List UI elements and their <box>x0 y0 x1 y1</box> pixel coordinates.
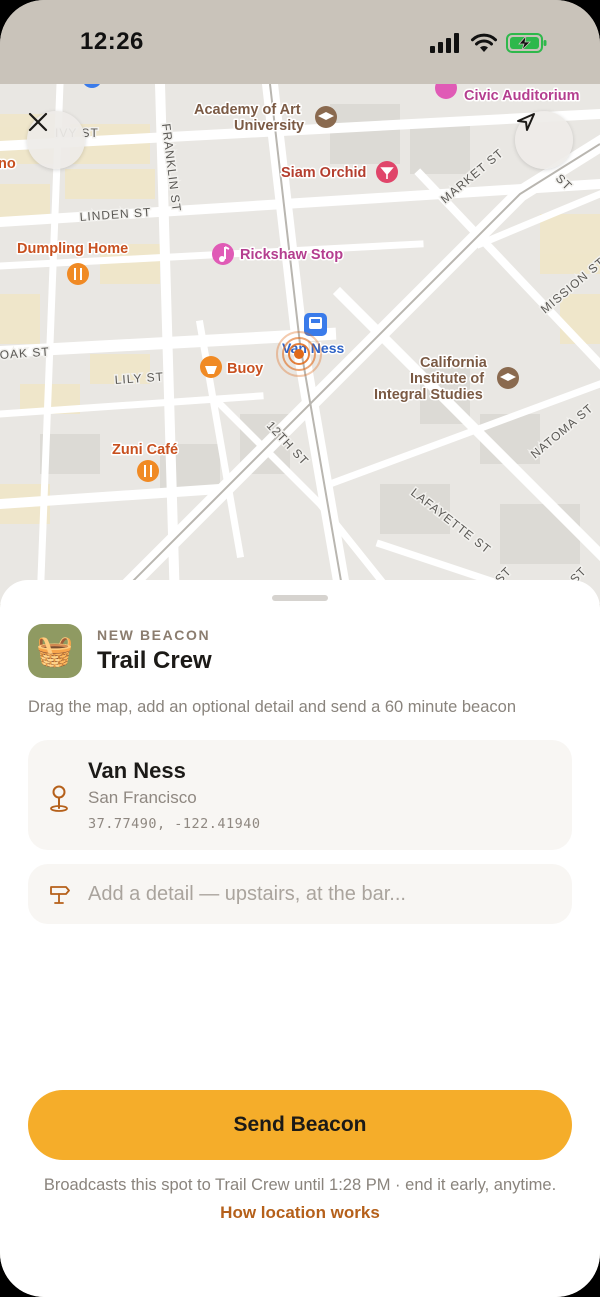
battery-charging-icon <box>506 33 547 53</box>
new-beacon-sheet: 🧺 NEW BEACON Trail Crew Drag the map, ad… <box>0 580 600 1297</box>
system-icons <box>430 32 548 54</box>
svg-text:Siam Orchid: Siam Orchid <box>281 165 366 181</box>
recenter-location-button[interactable] <box>515 111 573 169</box>
svg-text:University: University <box>234 118 304 134</box>
status-time: 12:26 <box>80 28 144 55</box>
map-view[interactable]: IVY ST FRANKLIN ST LINDEN ST MARKET ST O… <box>0 84 600 604</box>
send-beacon-button[interactable]: Send Beacon <box>28 1090 572 1160</box>
close-button[interactable] <box>27 111 85 169</box>
svg-text:Dumpling Home: Dumpling Home <box>17 241 128 257</box>
detail-input[interactable] <box>88 864 548 924</box>
fork-knife-icon <box>137 460 159 482</box>
signpost-icon <box>50 886 70 904</box>
phone-screen: 12:26 ST FRANKLIN ST LINDEN ST MARKET ST… <box>0 0 600 1297</box>
sheet-grabber[interactable] <box>272 595 328 601</box>
svg-text:Academy of Art: Academy of Art <box>194 102 301 118</box>
wifi-icon <box>471 33 497 52</box>
close-icon <box>28 112 48 132</box>
svg-text:California: California <box>420 355 488 371</box>
svg-text:Integral Studies: Integral Studies <box>374 387 483 403</box>
svg-text:no: no <box>0 156 16 172</box>
broadcast-note: Broadcasts this spot to Trail Crew until… <box>43 1176 557 1194</box>
location-title: Van Ness <box>88 758 186 783</box>
location-card: Van Ness San Francisco 37.77490, -122.41… <box>28 740 572 850</box>
svg-text:Buoy: Buoy <box>227 361 263 377</box>
svg-text:Zuni Café: Zuni Café <box>112 442 178 458</box>
map-pin-icon <box>50 785 68 812</box>
poi-siam-orchid[interactable]: Siam Orchid <box>280 161 398 183</box>
how-location-works-link[interactable]: How location works <box>0 1203 600 1223</box>
svg-text:Institute of: Institute of <box>410 371 484 387</box>
svg-text:Civic Auditorium: Civic Auditorium <box>464 88 579 104</box>
status-bar: 12:26 <box>0 0 600 84</box>
crew-avatar: 🧺 <box>28 624 82 678</box>
location-city: San Francisco <box>88 788 197 807</box>
map-canvas: IVY ST FRANKLIN ST LINDEN ST MARKET ST O… <box>0 84 600 604</box>
location-coordinates: 37.77490, -122.41940 <box>88 816 261 832</box>
location-arrow-icon <box>517 113 535 131</box>
poi-partial-left[interactable]: no <box>0 155 17 174</box>
crew-name: Trail Crew <box>97 647 212 674</box>
svg-text:Rickshaw Stop: Rickshaw Stop <box>240 247 343 263</box>
current-location-beacon <box>276 331 322 377</box>
instruction-text: Drag the map, add an optional detail and… <box>28 698 517 716</box>
cellular-signal-icon <box>430 33 459 53</box>
sheet-eyebrow: NEW BEACON <box>97 627 211 643</box>
detail-field[interactable] <box>28 864 572 924</box>
fork-knife-icon <box>67 263 89 285</box>
basket-icon: 🧺 <box>36 634 74 668</box>
